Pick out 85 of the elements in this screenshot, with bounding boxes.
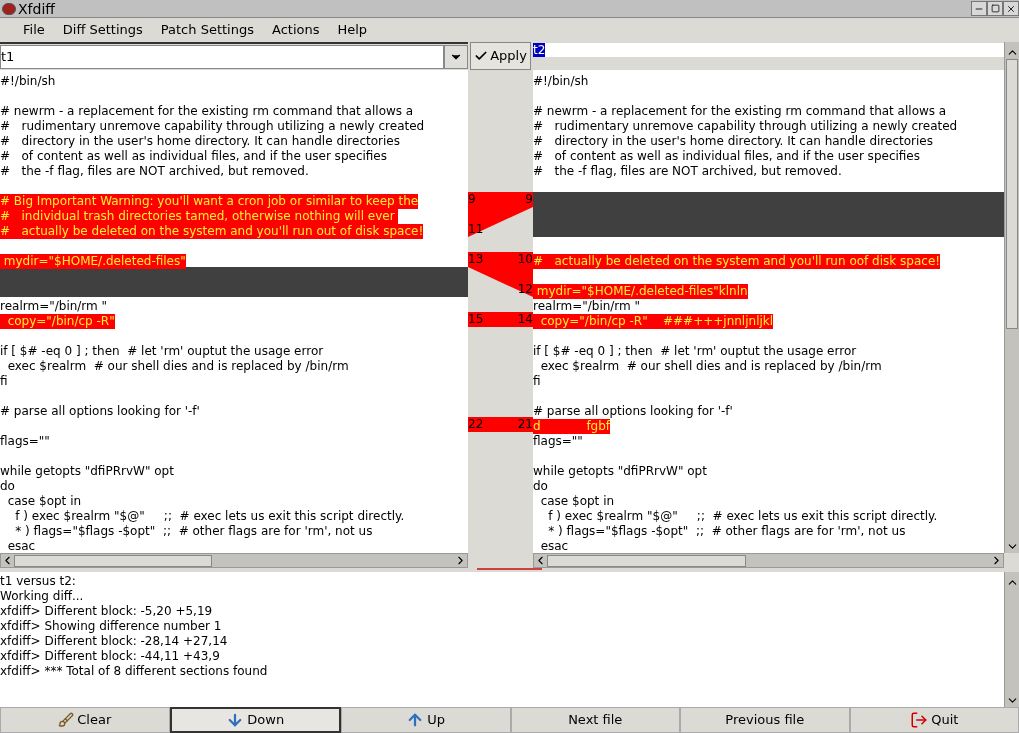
code-line: # the -f flag, files are NOT archived, but removed. [533,164,842,178]
file-combo-field[interactable]: t1 [0,45,444,69]
code-line: f ) exec $realrm "$@" ;; # exec lets us exit this script directly. [547,509,938,523]
toolbar-button[interactable]: Up [341,707,511,733]
vertical-scrollbar[interactable] [1004,572,1019,707]
line-number: 22 [468,417,484,432]
code-line: # newrm - a replacement for the existing rm command that allows a [533,104,947,118]
log-line: Working diff... [0,589,85,604]
code-line: realrm="/bin/rm " [0,299,108,313]
code-line: esac [6,539,36,553]
log-line: xfdiff> *** Total of 8 different sections found [0,664,269,679]
code-line: exec $realrm # our shell dies and is replaced by /bin/rm [6,359,349,373]
code-line: esac [539,539,569,553]
close-icon [1006,3,1016,14]
code-line: fi [533,374,541,388]
code-line: case $opt in [6,494,82,508]
code-line: # of content as well as individual files, and if the user specifies [0,149,387,163]
code-line: do [533,479,548,493]
app-icon [2,2,16,15]
code-line: # of content as well as individual files, and if the user specifies [533,149,920,163]
code-line: # rudimentary unremove capability through utilizing a newly created [533,119,958,133]
log-line: xfdiff> Showing difference number 1 [0,619,223,634]
code-line: * ) flags="$flags -$opt" ;; # other flags are for 'rm', not us [547,524,906,538]
maximize-button[interactable] [987,1,1003,16]
code-line: * ) flags="$flags -$opt" ;; # other flags are for 'rm', not us [14,524,373,538]
line-number: 15 [468,312,484,327]
menu-item[interactable]: Actions [271,20,320,40]
code-line: exec $realrm # our shell dies and is replaced by /bin/rm [539,359,882,373]
scroll-thumb[interactable] [14,554,212,567]
line-number: 14 [517,312,533,327]
code-line: while getopts "dfiPRrvW" opt [0,464,174,478]
maximize-icon [990,4,1000,13]
toolbar-button[interactable]: Next file [510,707,680,733]
scroll-thumb[interactable] [1006,59,1018,329]
code-line: # the -f flag, files are NOT archived, but removed. [0,164,309,178]
file-field[interactable]: t2 [533,43,1004,57]
broom-icon [58,712,75,728]
horizontal-scrollbar[interactable] [533,553,1004,568]
line-number: 12 [517,282,533,297]
window-title: Xfdiff [18,0,55,17]
door-exit-icon [910,711,929,729]
line-number: 9 [468,192,476,207]
minimize-button[interactable] [971,1,987,16]
code-line: # newrm - a replacement for the existing rm command that allows a [0,104,414,118]
code-line: if [ $# -eq 0 ] ; then # let 'rm' ouptut the usage error [533,344,857,358]
code-line: while getopts "dfiPRrvW" opt [533,464,707,478]
dropdown-button[interactable] [444,45,468,69]
vertical-scrollbar[interactable] [1004,42,1019,553]
code-line: #!/bin/sh [0,74,56,88]
code-line: fi [0,374,8,388]
log-line: xfdiff> Different block: -5,20 +5,19 [0,604,214,619]
apply-button[interactable]: Apply [470,42,531,70]
toolbar-button[interactable]: Previous file [680,707,850,733]
check-icon [474,49,489,63]
code-line: flags="" [0,434,50,448]
log-line: xfdiff> Different block: -44,11 +43,9 [0,649,221,664]
log-line: xfdiff> Different block: -28,14 +27,14 [0,634,229,649]
code-line: # directory in the user's home directory. It can handle directories [533,134,933,148]
code-line: #!/bin/sh [533,74,589,88]
toolbar-button[interactable]: Quit [849,707,1019,733]
code-line: if [ $# -eq 0 ] ; then # let 'rm' ouptut the usage error [0,344,324,358]
menu-item[interactable]: File [23,20,45,40]
code-line: f ) exec $realrm "$@" ;; # exec lets us exit this script directly. [14,509,405,523]
code-line: # rudimentary unremove capability through utilizing a newly created [0,119,425,133]
horizontal-scrollbar[interactable] [0,553,468,568]
code-line: # parse all options looking for '-f' [0,404,200,418]
toolbar-button[interactable]: Clear [0,707,170,733]
code-line: realrm="/bin/rm " [533,299,641,313]
log-line: t1 versus t2: [0,574,77,589]
close-button[interactable] [1003,1,1019,16]
line-number: 13 [468,252,484,267]
scroll-thumb[interactable] [547,554,747,567]
menu-item[interactable]: Diff Settings [62,20,143,40]
code-line: flags="" [533,434,583,448]
code-line: do [0,479,15,493]
line-number: 21 [517,417,533,432]
line-number: 9 [525,192,533,207]
menu-item[interactable]: Help [337,20,368,40]
line-number: 10 [517,252,533,267]
menu-item[interactable]: Patch Settings [160,20,254,40]
code-line: case $opt in [539,494,615,508]
line-number: 11 [468,222,484,237]
toolbar-button[interactable]: Down [169,707,341,733]
code-line: # parse all options looking for '-f' [533,404,733,418]
code-line: # directory in the user's home directory. It can handle directories [0,134,400,148]
